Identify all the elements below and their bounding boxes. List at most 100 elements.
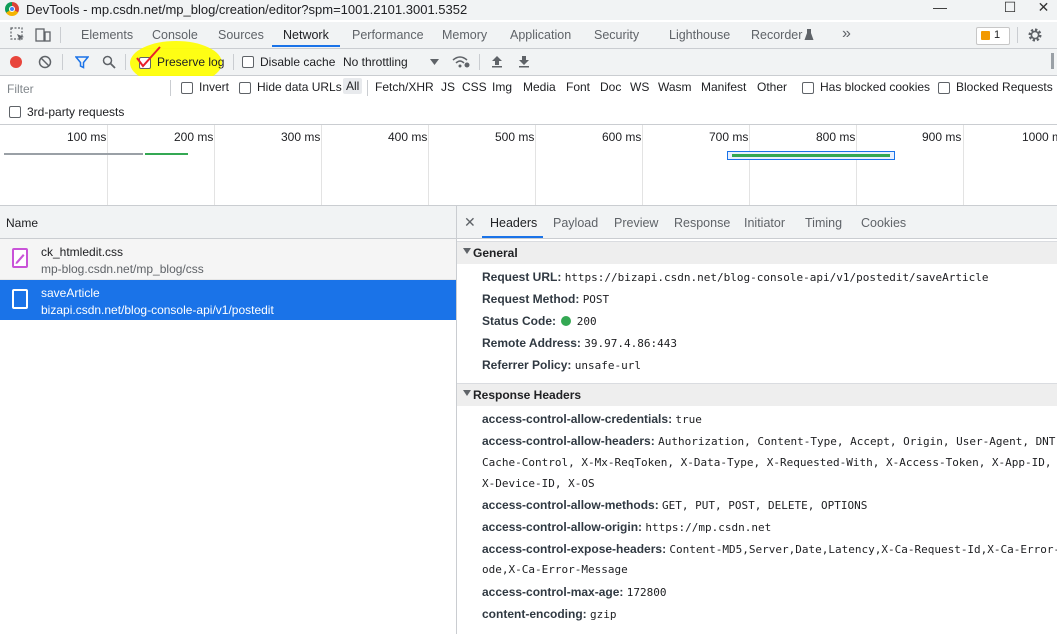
divider (170, 80, 171, 96)
invert-checkbox[interactable] (181, 82, 193, 94)
close-details-icon[interactable]: ✕ (464, 214, 476, 231)
divider (479, 54, 480, 70)
preserve-log-label[interactable]: Preserve log (157, 55, 224, 69)
third-party-label[interactable]: 3rd-party requests (27, 105, 124, 119)
search-icon[interactable] (102, 55, 116, 69)
network-conditions-icon[interactable] (451, 53, 471, 69)
record-icon[interactable] (9, 55, 23, 69)
tab-memory[interactable]: Memory (442, 28, 487, 42)
timeline-gridline (107, 125, 108, 205)
header-row-max-age: access-control-max-age: 172800 (482, 585, 666, 599)
request-path: mp-blog.csdn.net/mp_blog/css (41, 262, 204, 276)
tab-application[interactable]: Application (510, 28, 571, 42)
header-value: https://mp.csdn.net (645, 521, 772, 534)
third-party-checkbox[interactable] (9, 106, 21, 118)
tab-payload[interactable]: Payload (553, 216, 598, 230)
tab-preview[interactable]: Preview (614, 216, 658, 230)
tab-lighthouse[interactable]: Lighthouse (669, 28, 730, 42)
name-column-header[interactable]: Name (6, 216, 38, 230)
general-section-title: General (473, 246, 518, 260)
blocked-requests-label[interactable]: Blocked Requests (956, 80, 1053, 94)
filter-type-font[interactable]: Font (566, 80, 590, 94)
filter-type-fetch-xhr[interactable]: Fetch/XHR (375, 80, 434, 94)
header-value: POST (582, 293, 610, 306)
header-value: 172800 (626, 586, 667, 599)
filter-type-doc[interactable]: Doc (600, 80, 621, 94)
hide-data-urls-checkbox[interactable] (239, 82, 251, 94)
gear-icon[interactable] (1027, 27, 1043, 43)
has-blocked-cookies-label[interactable]: Has blocked cookies (820, 80, 930, 94)
close-window-button[interactable]: ✕ (1030, 0, 1057, 18)
chevron-down-icon[interactable] (430, 59, 439, 65)
more-tabs-chevron-icon[interactable]: » (842, 25, 851, 43)
import-har-icon[interactable] (491, 55, 503, 68)
issues-badge[interactable]: 1 (976, 27, 1010, 45)
timeline-gridline (321, 125, 322, 205)
divider (367, 80, 368, 96)
tab-timing[interactable]: Timing (805, 216, 842, 230)
divider (233, 54, 234, 70)
tab-response[interactable]: Response (674, 216, 730, 230)
maximize-button[interactable]: ☐ (988, 0, 1032, 18)
timeline-tick-label: 900 ms (922, 130, 962, 144)
timeline-tick-label: 100 ms (67, 130, 107, 144)
general-section-header[interactable]: General (457, 241, 1057, 264)
tab-initiator[interactable]: Initiator (744, 216, 785, 230)
request-row[interactable]: ck_htmledit.css mp-blog.csdn.net/mp_blog… (0, 239, 456, 280)
header-value-continuation: X-Device-ID, X-OS (482, 477, 595, 490)
response-headers-section-title: Response Headers (473, 388, 582, 402)
filter-icon[interactable] (75, 55, 89, 69)
header-key: access-control-allow-credentials: (482, 412, 673, 426)
hide-data-urls-label[interactable]: Hide data URLs (257, 80, 342, 94)
filter-type-all[interactable]: All (343, 78, 363, 94)
timeline-bar (145, 153, 188, 155)
filter-type-ws[interactable]: WS (630, 80, 649, 94)
request-details-pane: ✕ Headers Payload Preview Response Initi… (457, 206, 1057, 634)
tab-sources[interactable]: Sources (218, 28, 264, 42)
filter-type-img[interactable]: Img (492, 80, 512, 94)
header-key: access-control-allow-origin: (482, 520, 643, 534)
request-row-selected[interactable]: saveArticle bizapi.csdn.net/blog-console… (0, 280, 456, 320)
response-headers-section-header[interactable]: Response Headers (457, 383, 1057, 406)
tab-security[interactable]: Security (594, 28, 639, 42)
timeline-bar-waiting (732, 154, 890, 157)
expand-triangle-icon (463, 248, 471, 254)
css-file-icon (12, 248, 28, 268)
network-overview-timeline[interactable]: 100 ms 200 ms 300 ms 400 ms 500 ms 600 m… (0, 125, 1057, 206)
tab-elements[interactable]: Elements (81, 28, 133, 42)
tab-network[interactable]: Network (283, 28, 329, 42)
filter-type-js[interactable]: JS (441, 80, 455, 94)
has-blocked-cookies-checkbox[interactable] (802, 82, 814, 94)
header-row-allow-credentials: access-control-allow-credentials: true (482, 412, 702, 426)
tab-performance[interactable]: Performance (352, 28, 424, 42)
throttling-select[interactable]: No throttling (343, 55, 408, 69)
disable-cache-label[interactable]: Disable cache (260, 55, 335, 69)
disable-cache-checkbox[interactable] (242, 56, 254, 68)
timeline-gridline (749, 125, 750, 205)
export-har-icon[interactable] (518, 55, 530, 68)
blocked-requests-checkbox[interactable] (938, 82, 950, 94)
tab-recorder[interactable]: Recorder (751, 28, 802, 42)
filter-input[interactable] (4, 79, 174, 98)
timeline-gridline (856, 125, 857, 205)
filter-type-media[interactable]: Media (523, 80, 556, 94)
tab-cookies[interactable]: Cookies (861, 216, 906, 230)
minimize-button[interactable]: — (918, 0, 962, 18)
header-row-allow-headers: access-control-allow-headers: Authorizat… (482, 434, 1057, 448)
header-row-referrer-policy: Referrer Policy: unsafe-url (482, 358, 641, 372)
toolbar-scrollbar[interactable] (1051, 53, 1054, 69)
divider (125, 54, 126, 70)
request-path: bizapi.csdn.net/blog-console-api/v1/post… (41, 303, 274, 317)
device-toolbar-icon[interactable] (35, 27, 51, 43)
timeline-tick-label: 400 ms (388, 130, 428, 144)
filter-type-wasm[interactable]: Wasm (658, 80, 692, 94)
inspect-element-icon[interactable] (10, 27, 26, 43)
flask-icon (804, 29, 814, 40)
invert-label[interactable]: Invert (199, 80, 229, 94)
filter-type-manifest[interactable]: Manifest (701, 80, 746, 94)
tab-headers[interactable]: Headers (490, 216, 537, 230)
clear-icon[interactable] (38, 55, 52, 69)
filter-type-css[interactable]: CSS (462, 80, 487, 94)
filter-type-other[interactable]: Other (757, 80, 787, 94)
divider (1017, 27, 1018, 43)
